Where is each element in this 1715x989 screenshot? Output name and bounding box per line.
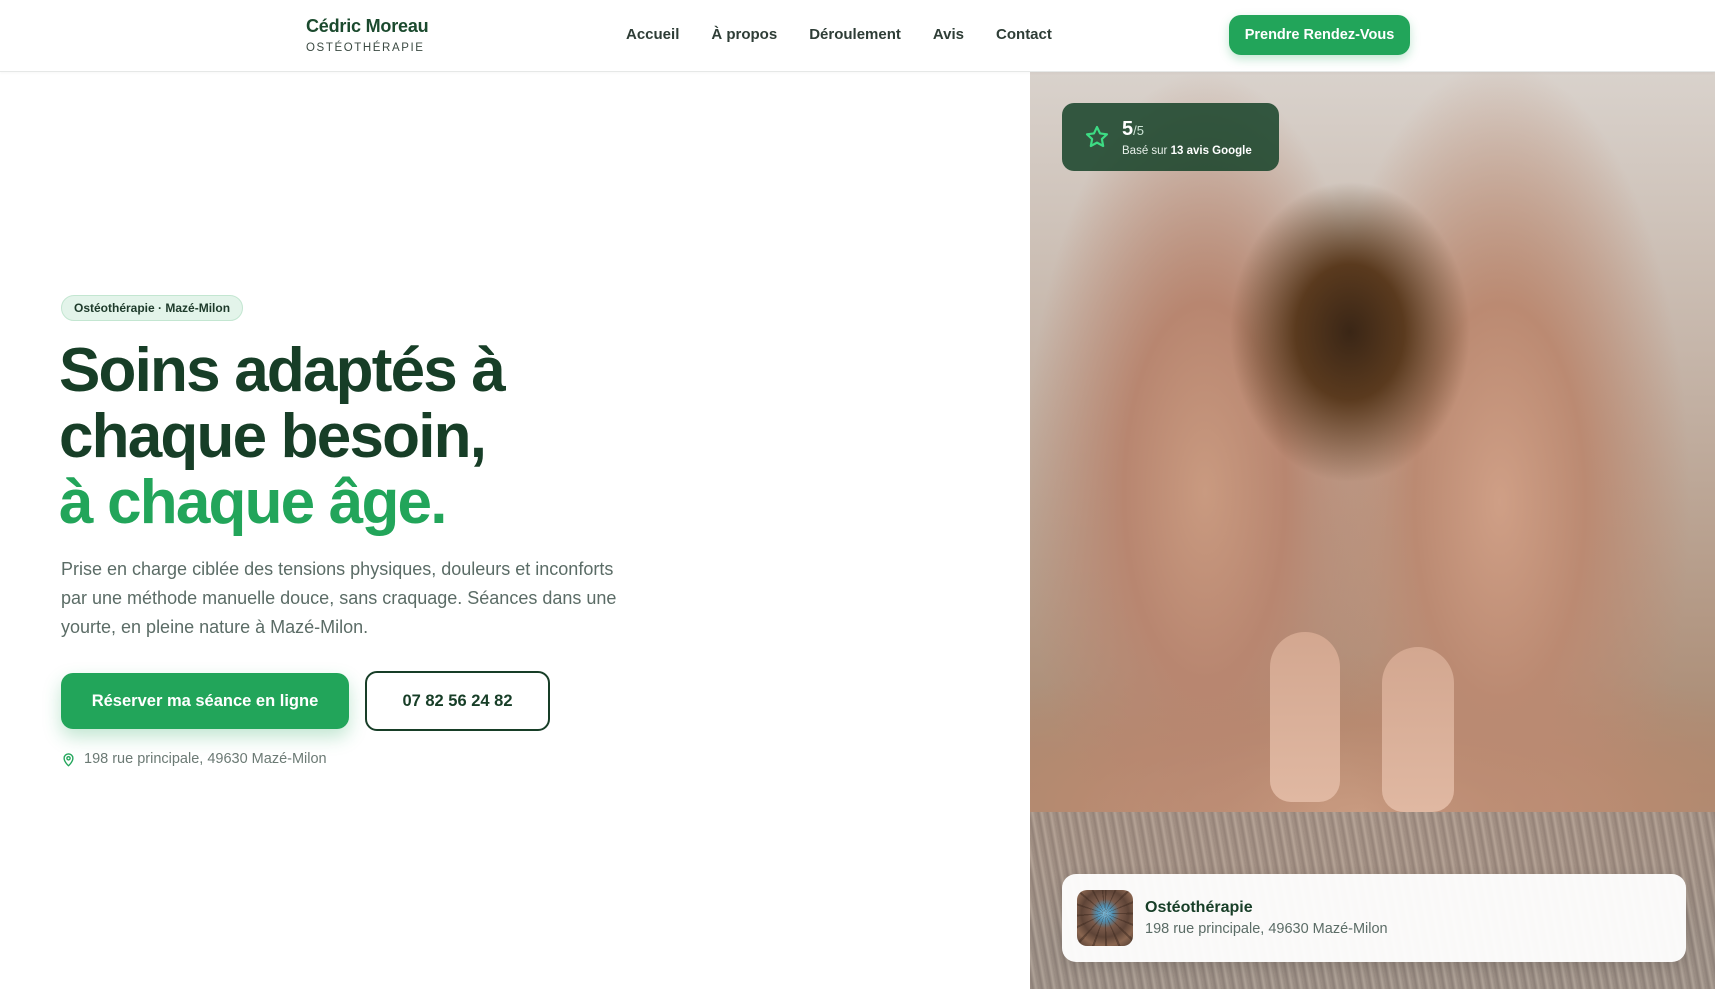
hero-title-line3: à chaque âge. bbox=[59, 468, 447, 537]
nav-item-avis[interactable]: Avis bbox=[933, 26, 964, 43]
main-nav: Accueil À propos Déroulement Avis Contac… bbox=[626, 26, 1052, 43]
brand-name: Cédric Moreau bbox=[306, 16, 429, 36]
location-address: 198 rue principale, 49630 Mazé-Milon bbox=[1145, 921, 1388, 937]
hero-tag-badge: Ostéothérapie · Mazé-Milon bbox=[61, 295, 244, 321]
hero-description: Prise en charge ciblée des tensions phys… bbox=[61, 559, 617, 637]
hero-title-line2: chaque besoin, bbox=[59, 402, 487, 471]
rating-reviews: Basé sur 13 avis Google bbox=[1122, 144, 1252, 157]
hero-address: 198 rue principale, 49630 Mazé-Milon bbox=[61, 751, 327, 767]
hero-title-line1: Soins adaptés à bbox=[59, 336, 506, 405]
brand-logo[interactable]: Cédric Moreau OSTÉOTHÉRAPIE bbox=[306, 16, 429, 54]
rating-review-count: 13 avis Google bbox=[1170, 144, 1252, 157]
hero-title: Soins adaptés à chaque besoin, à chaque … bbox=[59, 336, 506, 537]
book-appointment-button[interactable]: Prendre Rendez-Vous bbox=[1229, 15, 1410, 55]
brand-subtitle: OSTÉOTHÉRAPIE bbox=[306, 42, 425, 54]
phone-button[interactable]: 07 82 56 24 82 bbox=[365, 671, 550, 731]
site-header: Cédric Moreau OSTÉOTHÉRAPIE Accueil À pr… bbox=[0, 0, 1715, 72]
nav-item-a-propos[interactable]: À propos bbox=[711, 26, 777, 43]
location-title: Ostéothérapie bbox=[1145, 899, 1253, 916]
star-icon bbox=[1085, 125, 1109, 148]
hero-image-massage bbox=[1030, 72, 1715, 989]
rating-out-of: /5 bbox=[1133, 122, 1144, 138]
map-pin-icon bbox=[63, 752, 74, 766]
location-card: Ostéothérapie 198 rue principale, 49630 … bbox=[1062, 874, 1686, 962]
nav-item-accueil[interactable]: Accueil bbox=[626, 26, 679, 43]
yurt-thumbnail bbox=[1077, 890, 1133, 946]
hero-address-text: 198 rue principale, 49630 Mazé-Milon bbox=[84, 751, 327, 767]
book-online-button[interactable]: Réserver ma séance en ligne bbox=[61, 673, 349, 729]
rating-card: 5/5 Basé sur 13 avis Google bbox=[1062, 103, 1279, 171]
rating-score: 5/5 bbox=[1122, 117, 1144, 140]
nav-item-contact[interactable]: Contact bbox=[996, 26, 1052, 43]
nav-item-deroulement[interactable]: Déroulement bbox=[809, 26, 901, 43]
